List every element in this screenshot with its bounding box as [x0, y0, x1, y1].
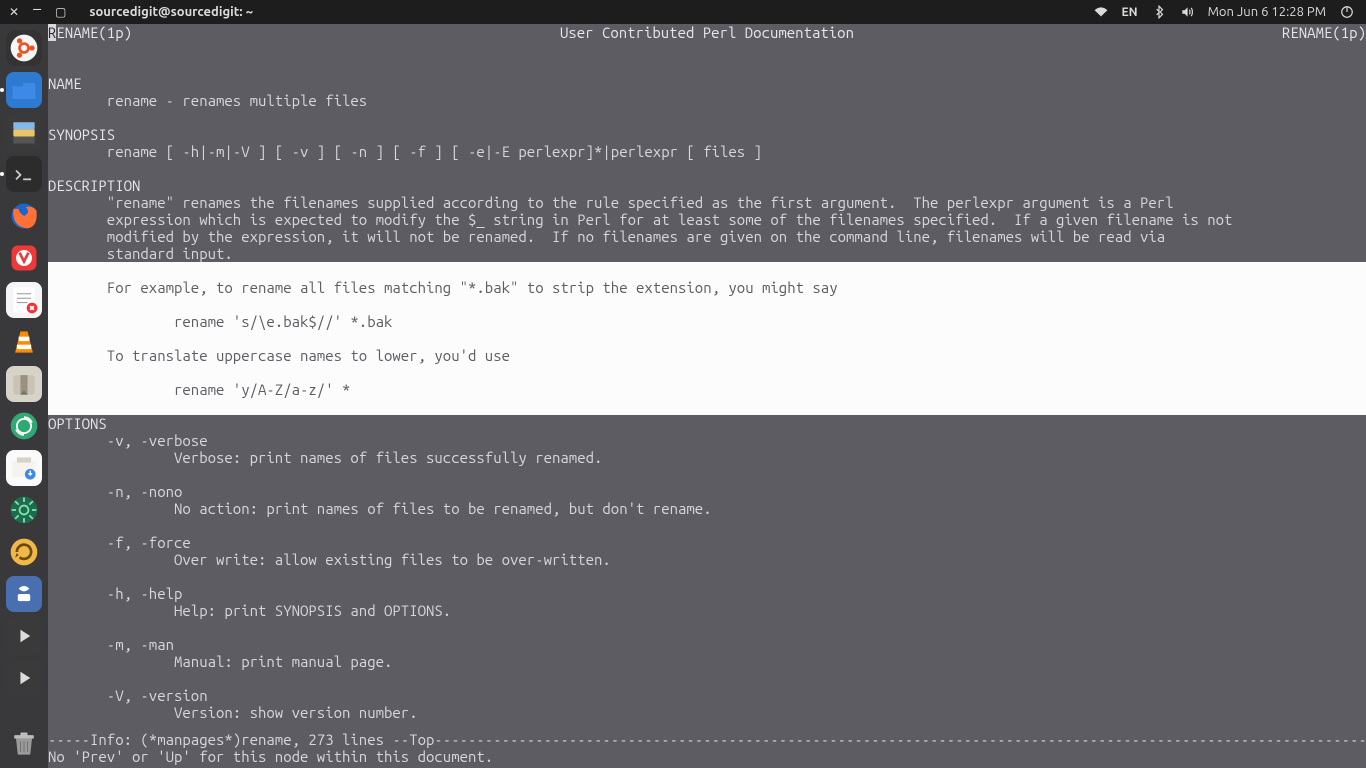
- dock-terminal-icon[interactable]: [6, 156, 42, 192]
- volume-icon[interactable]: [1180, 5, 1194, 19]
- dock-files-icon[interactable]: [6, 72, 42, 108]
- window-title: sourcedigit@sourcedigit: ~: [89, 5, 253, 19]
- dock-player1-icon[interactable]: [6, 618, 42, 654]
- dock-player2-icon[interactable]: [6, 660, 42, 696]
- dock-trash-icon[interactable]: [6, 726, 42, 762]
- highlighted-example-block: For example, to rename all files matchin…: [48, 262, 1366, 415]
- window-maximize-button[interactable]: ▢: [52, 5, 69, 19]
- dock-screenshot-icon[interactable]: [6, 408, 42, 444]
- dock-firefox-icon[interactable]: [6, 198, 42, 234]
- manpage-header-center: User Contributed Perl Documentation: [132, 24, 1282, 41]
- manpage-body-lower: OPTIONS -v, -verbose Verbose: print name…: [48, 415, 1366, 738]
- dock-disks-icon[interactable]: [6, 114, 42, 150]
- manpage-header-left: RENAME(1p): [48, 24, 132, 41]
- dock-sync-icon[interactable]: [6, 534, 42, 570]
- dock-settings-green-icon[interactable]: [6, 492, 42, 528]
- dock-software-icon[interactable]: [6, 450, 42, 486]
- power-icon[interactable]: [1340, 5, 1354, 19]
- dock-ubuntu-icon[interactable]: [6, 30, 42, 66]
- emacs-minibuffer-message: No 'Prev' or 'Up' for this node within t…: [48, 748, 1366, 768]
- keyboard-lang-indicator[interactable]: EN: [1122, 6, 1138, 19]
- bluetooth-icon[interactable]: [1152, 5, 1166, 19]
- wifi-icon[interactable]: [1094, 5, 1108, 19]
- dock-texteditor-icon[interactable]: [6, 282, 42, 318]
- manpage-header-right: RENAME(1p): [1282, 24, 1366, 41]
- emacs-modeline: -----Info: (*manpages*)rename, 273 lines…: [48, 731, 1366, 748]
- clock-date[interactable]: Mon Jun 6 12:28 PM: [1208, 5, 1326, 19]
- manpage-content: RENAME(1p)User Contributed Perl Document…: [48, 24, 1366, 738]
- dock-vlc-icon[interactable]: [6, 324, 42, 360]
- dock-archive-icon[interactable]: [6, 366, 42, 402]
- dock: [0, 24, 48, 768]
- manpage-body-upper: NAME rename - renames multiple files SYN…: [48, 41, 1366, 262]
- terminal-window[interactable]: RENAME(1p)User Contributed Perl Document…: [48, 24, 1366, 768]
- top-panel: ✕ – ▢ sourcedigit@sourcedigit: ~ EN Mon …: [0, 0, 1366, 24]
- window-minimize-button[interactable]: –: [30, 0, 44, 18]
- window-close-button[interactable]: ✕: [6, 5, 22, 19]
- dock-vivaldi-icon[interactable]: [6, 240, 42, 276]
- dock-app-blue-icon[interactable]: [6, 576, 42, 612]
